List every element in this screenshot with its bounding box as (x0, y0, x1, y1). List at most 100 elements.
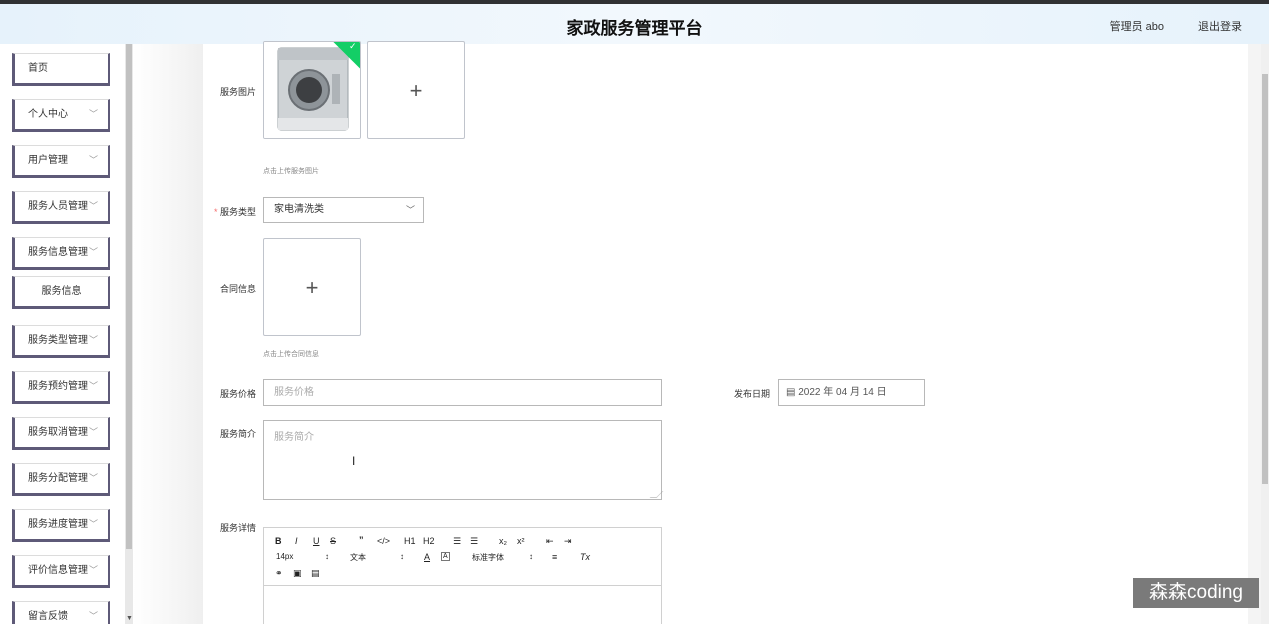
chevron-down-icon: ﹀ (88, 155, 98, 165)
code-button[interactable]: </> (377, 536, 390, 546)
font-size-select[interactable]: 14px (276, 552, 293, 561)
sidebar-item-label: 服务人员管理 (28, 201, 88, 212)
publish-date-value: 2022 年 04 月 14 日 (798, 387, 887, 398)
video-icon[interactable]: ▤ (311, 568, 320, 579)
intro-placeholder: 服务简介 (274, 432, 314, 443)
contract-upload-button[interactable]: + (263, 238, 361, 336)
rich-text-editor[interactable]: B I U S ” </> H1 H2 ☰ ☰ x₂ x² ⇤ ⇥ 14px ↕… (263, 527, 662, 624)
date-label: 发布日期 (733, 389, 770, 399)
sidebar-item-label: 用户管理 (28, 155, 68, 166)
price-input[interactable]: 服务价格 (263, 379, 662, 406)
intro-label: 服务简介 (219, 429, 256, 439)
bold-button[interactable]: B (275, 536, 282, 546)
sidebar-menu: 首页 个人中心 ﹀ 用户管理 ﹀ 服务人员管理 ﹀ 服务信息管理 ﹀ 服务信息 … (0, 44, 124, 624)
sidebar-item-label: 服务取消管理 (28, 427, 88, 438)
sidebar-item-feedback[interactable]: 留言反馈 ﹀ (12, 601, 110, 624)
subscript-button[interactable]: x₂ (499, 536, 507, 546)
sidebar-item-progress-management[interactable]: 服务进度管理 ﹀ (12, 509, 110, 542)
calendar-icon: ▤ (786, 387, 796, 398)
scroll-down-arrow-icon[interactable]: ▼ (126, 615, 133, 622)
chevron-down-icon: ﹀ (88, 611, 98, 621)
contract-upload-hint: 点击上传合同信息 (263, 351, 319, 358)
uploaded-image-thumbnail[interactable]: ✓ (263, 41, 361, 139)
sidebar-item-label: 服务进度管理 (28, 519, 88, 530)
top-header: 家政服务管理平台 管理员 abo 退出登录 (0, 4, 1269, 44)
washing-machine-image (264, 42, 360, 138)
resize-handle-icon[interactable] (649, 491, 664, 498)
chevron-down-icon: ﹀ (88, 247, 98, 257)
sidebar-item-personal-center[interactable]: 个人中心 ﹀ (12, 99, 110, 132)
contract-label: 合同信息 (219, 284, 256, 294)
chevron-down-icon: ﹀ (405, 205, 415, 215)
service-type-select[interactable]: 家电清洗类 ﹀ (263, 197, 424, 223)
watermark: 森森coding (1133, 578, 1259, 608)
sidebar-item-label: 个人中心 (28, 109, 68, 120)
sidebar-item-label: 服务分配管理 (28, 473, 88, 484)
form-content: 服务图片 ✓ + 点击上传服务图片 * 服务类型 家电清洗类 ﹀ 合同信息 + … (203, 41, 1248, 624)
quote-button[interactable]: ” (359, 535, 364, 545)
sidebar-item-staff-management[interactable]: 服务人员管理 ﹀ (12, 191, 110, 224)
sidebar-item-assignment-management[interactable]: 服务分配管理 ﹀ (12, 463, 110, 496)
publish-date-picker[interactable]: ▤ 2022 年 04 月 14 日 (778, 379, 925, 406)
sidebar-item-booking-management[interactable]: 服务预约管理 ﹀ (12, 371, 110, 404)
align-button[interactable]: ≡ (552, 552, 557, 562)
sidebar-scrollbar[interactable]: ▼ (125, 44, 133, 624)
indent-button[interactable]: ⇥ (564, 536, 572, 547)
sidebar-item-user-management[interactable]: 用户管理 ﹀ (12, 145, 110, 178)
font-family-select[interactable]: 标准字体 (472, 552, 504, 563)
sidebar-item-cancel-management[interactable]: 服务取消管理 ﹀ (12, 417, 110, 450)
current-user: 管理员 abo (1109, 21, 1164, 33)
sidebar-item-review-management[interactable]: 评价信息管理 ﹀ (12, 555, 110, 588)
sidebar-item-service-info-management[interactable]: 服务信息管理 ﹀ (12, 237, 110, 270)
type-label: * 服务类型 (211, 205, 256, 218)
background-panel (133, 44, 203, 624)
strikethrough-button[interactable]: S (330, 536, 336, 546)
text-cursor-icon: I (352, 454, 356, 468)
chevron-down-icon: ﹀ (88, 201, 98, 211)
link-icon[interactable]: ⚭ (275, 568, 283, 579)
image-upload-hint: 点击上传服务图片 (263, 168, 319, 175)
image-upload-button[interactable]: + (367, 41, 465, 139)
italic-button[interactable]: I (295, 536, 298, 546)
detail-label: 服务详情 (219, 523, 256, 533)
sidebar-item-label: 留言反馈 (28, 611, 68, 622)
chevron-down-icon: ﹀ (88, 381, 98, 391)
ordered-list-button[interactable]: ☰ (453, 536, 461, 547)
chevron-down-icon: ﹀ (88, 473, 98, 483)
clear-format-button[interactable]: Tx (580, 552, 590, 562)
logout-link[interactable]: 退出登录 (1198, 18, 1242, 34)
chevron-down-icon: ﹀ (88, 427, 98, 437)
chevron-down-icon: ﹀ (88, 565, 98, 575)
sidebar-item-label: 首页 (28, 63, 48, 74)
plus-icon: + (409, 78, 423, 103)
bullet-list-button[interactable]: ☰ (470, 536, 478, 547)
sidebar-item-label: 服务信息 (41, 286, 82, 297)
outdent-button[interactable]: ⇤ (546, 536, 554, 547)
heading2-button[interactable]: H2 (423, 536, 435, 546)
underline-button[interactable]: U (313, 536, 320, 546)
chevron-down-icon: ﹀ (88, 109, 98, 119)
type-label-text: 服务类型 (219, 207, 256, 217)
page-scrollbar-thumb[interactable] (1262, 74, 1268, 484)
sidebar-item-home[interactable]: 首页 (12, 53, 110, 86)
sidebar-item-label: 服务信息管理 (28, 247, 88, 258)
check-icon: ✓ (349, 41, 357, 51)
font-color-button[interactable]: A (424, 552, 430, 562)
select-arrows-icon: ↕ (529, 552, 533, 561)
editor-toolbar: B I U S ” </> H1 H2 ☰ ☰ x₂ x² ⇤ ⇥ 14px ↕… (264, 528, 661, 586)
image-icon[interactable]: ▣ (293, 568, 302, 579)
sidebar-item-label: 服务预约管理 (28, 381, 88, 392)
background-color-button[interactable]: A (441, 552, 450, 561)
image-label: 服务图片 (219, 87, 256, 97)
intro-textarea[interactable]: 服务简介 (263, 420, 664, 500)
page-scrollbar[interactable] (1261, 44, 1269, 624)
text-format-select[interactable]: 文本 (350, 552, 366, 563)
chevron-down-icon: ﹀ (88, 519, 98, 529)
sidebar-item-service-type-management[interactable]: 服务类型管理 ﹀ (12, 325, 110, 358)
sidebar-scrollbar-thumb[interactable] (126, 44, 132, 549)
heading1-button[interactable]: H1 (404, 536, 416, 546)
sidebar-subitem-service-info[interactable]: 服务信息 (12, 276, 110, 309)
chevron-down-icon: ﹀ (88, 335, 98, 345)
superscript-button[interactable]: x² (517, 536, 525, 546)
sidebar-item-label: 服务类型管理 (28, 335, 88, 346)
